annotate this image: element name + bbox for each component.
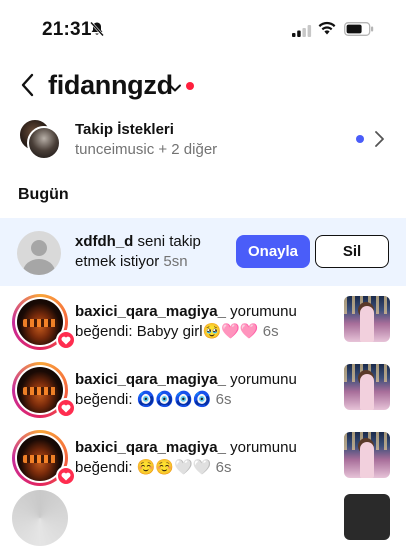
timestamp: 5sn [163,253,188,270]
follow-requests-subtitle: tunceimusic + 2 diğer [75,141,218,158]
list-item[interactable]: baxici_qara_magiya_ yorumunu beğendi: ☺️… [0,424,406,492]
list-item[interactable]: xdfdh_d seni takip etmek istiyor 5sn Ona… [0,218,406,286]
heart-icon [56,466,76,486]
post-thumbnail[interactable] [344,494,390,540]
wifi-icon [318,21,336,40]
post-thumbnail[interactable] [344,432,390,478]
avatar[interactable] [12,490,68,546]
section-title: Bugün [18,186,69,203]
cellular-signal-icon [292,24,312,42]
post-thumbnail[interactable] [344,364,390,410]
follow-requests-row[interactable]: Takip İstekleri tunceimusic + 2 diğer [0,112,406,166]
username[interactable]: baxici_qara_magiya_ [75,439,226,456]
chevron-down-icon[interactable] [168,80,182,98]
username[interactable]: baxici_qara_magiya_ [75,303,226,320]
notification-text: baxici_qara_magiya_ yorumunu beğendi: ☺️… [75,438,337,478]
status-bar: 21:31 [0,0,406,56]
notification-dot [186,82,194,90]
unread-dot [356,135,364,143]
header: fidanngzd [0,64,406,108]
timestamp: 6s [215,459,232,476]
notification-text: baxici_qara_magiya_ yorumunu beğendi: 🧿🧿… [75,370,337,410]
battery-icon [344,22,374,41]
story-avatar[interactable] [12,430,76,486]
status-time: 21:31 [42,19,92,40]
list-item[interactable]: baxici_qara_magiya_ yorumunu beğendi: 🧿🧿… [0,356,406,424]
follow-requests-title: Takip İstekleri [75,121,174,138]
username[interactable]: baxici_qara_magiya_ [75,371,226,388]
notification-text: xdfdh_d seni takip etmek istiyor 5sn [75,232,245,272]
avatar [27,126,61,160]
chevron-left-icon[interactable] [16,72,42,98]
post-thumbnail[interactable] [344,296,390,342]
list-item[interactable]: baxici_qara_magiya_ yorumunu beğendi: Ba… [0,288,406,356]
chevron-right-icon [373,130,385,153]
story-avatar[interactable] [12,294,76,350]
bell-slash-icon [89,21,105,42]
heart-icon [56,330,76,350]
username[interactable]: xdfdh_d [75,233,133,250]
timestamp: 6s [215,391,232,408]
timestamp: 6s [262,323,279,340]
account-name[interactable]: fidanngzd [48,70,173,101]
delete-button[interactable]: Sil [315,235,389,268]
notification-text: baxici_qara_magiya_ yorumunu beğendi: Ba… [75,302,337,342]
default-avatar-icon[interactable] [17,231,61,275]
heart-icon [56,398,76,418]
list-item[interactable] [0,490,406,558]
approve-button[interactable]: Onayla [236,235,310,268]
story-avatar[interactable] [12,362,76,418]
